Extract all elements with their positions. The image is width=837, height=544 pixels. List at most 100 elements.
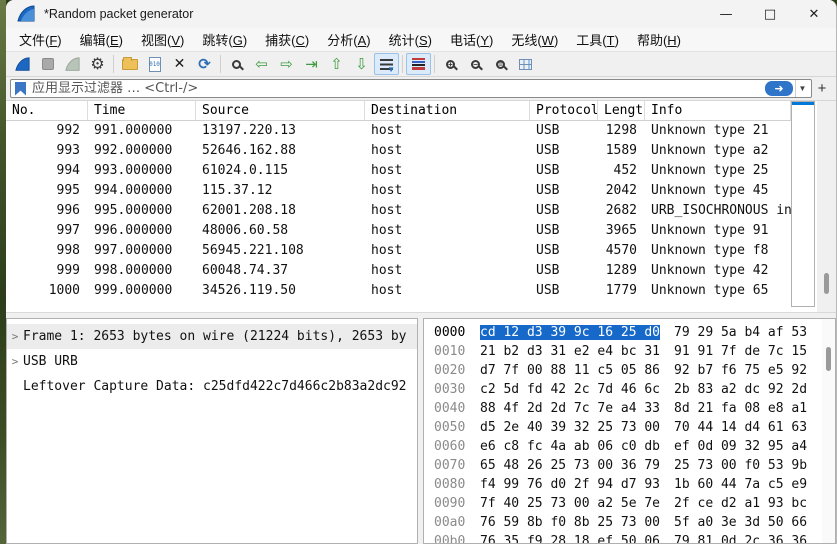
open-file-button[interactable] xyxy=(117,53,142,75)
hex-rows[interactable]: 0000cd 12 d3 39 9c 16 25 d079 29 5a b4 a… xyxy=(434,325,835,544)
hex-bytes-left[interactable]: c2 5d fd 42 2c 7d 46 6c xyxy=(480,382,660,397)
packet-row[interactable]: 998997.00000056945.221.108hostUSB4570Unk… xyxy=(6,241,791,261)
column-header-source[interactable]: Source xyxy=(196,101,365,120)
hex-row[interactable]: 007065 48 26 25 73 00 36 7925 73 00 f0 5… xyxy=(434,458,835,477)
start-capture-button[interactable] xyxy=(10,53,35,75)
auto-scroll-toggle[interactable]: ▼ xyxy=(374,53,399,75)
hex-bytes-left[interactable]: 76 59 8b f0 8b 25 73 00 xyxy=(480,515,660,530)
packet-row[interactable]: 999998.00000060048.74.37hostUSB1289Unkno… xyxy=(6,261,791,281)
resize-columns-button[interactable] xyxy=(513,53,538,75)
packet-row[interactable]: 996995.00000062001.208.18hostUSB2682URB_… xyxy=(6,201,791,221)
menu-item-3[interactable]: 跳转(G) xyxy=(193,28,256,51)
expander-icon[interactable]: > xyxy=(7,330,23,343)
minimize-button[interactable]: — xyxy=(704,0,748,28)
hex-bytes-left[interactable]: d5 2e 40 39 32 25 73 00 xyxy=(480,420,660,435)
detail-tree-item[interactable]: >Frame 1: 2653 bytes on wire (21224 bits… xyxy=(7,324,417,349)
stop-capture-button[interactable] xyxy=(35,53,60,75)
packet-row[interactable]: 994993.00000061024.0.115hostUSB452Unknow… xyxy=(6,161,791,181)
hex-bytes-right[interactable]: 5f a0 3e 3d 50 66 xyxy=(674,515,807,530)
hex-bytes-right[interactable]: 25 73 00 f0 53 9b xyxy=(674,458,807,473)
packet-list-scrollbar-thumb[interactable] xyxy=(824,273,829,294)
maximize-button[interactable]: □ xyxy=(748,0,792,28)
hex-bytes-right[interactable]: 79 81 0d 2c 36 36 xyxy=(674,534,807,544)
hex-bytes-right[interactable]: 1b 60 44 7a c5 e9 xyxy=(674,477,807,492)
add-filter-button[interactable]: + xyxy=(812,80,832,97)
hex-row[interactable]: 0020d7 7f 00 88 11 c5 05 8692 b7 f6 75 e… xyxy=(434,363,835,382)
hex-row[interactable]: 0060e6 c8 fc 4a ab 06 c0 dbef 0d 09 32 9… xyxy=(434,439,835,458)
intelligent-scrollbar-minimap[interactable] xyxy=(791,101,815,307)
hex-row[interactable]: 004088 4f 2d 2d 7c 7e a4 338d 21 fa 08 e… xyxy=(434,401,835,420)
hex-row[interactable]: 0050d5 2e 40 39 32 25 73 0070 44 14 d4 6… xyxy=(434,420,835,439)
go-top-button[interactable]: ⇧ xyxy=(324,53,349,75)
detail-tree-item[interactable]: Leftover Capture Data: c25dfd422c7d466c2… xyxy=(7,374,417,399)
hex-row[interactable]: 0000cd 12 d3 39 9c 16 25 d079 29 5a b4 a… xyxy=(434,325,835,344)
hex-bytes-right[interactable]: 92 b7 f6 75 e5 92 xyxy=(674,363,807,378)
column-header-no[interactable]: No. xyxy=(6,101,88,120)
packet-row[interactable]: 997996.00000048006.60.58hostUSB3965Unkno… xyxy=(6,221,791,241)
filter-dropdown-caret[interactable]: ▼ xyxy=(795,80,809,97)
hex-bytes-left[interactable]: f4 99 76 d0 2f 94 d7 93 xyxy=(480,477,660,492)
hex-scrollbar-thumb[interactable] xyxy=(826,347,831,371)
zoom-out-button[interactable]: − xyxy=(463,53,488,75)
close-button[interactable]: ✕ xyxy=(792,0,836,28)
hex-row[interactable]: 001021 b2 d3 31 e2 e4 bc 3191 91 7f de 7… xyxy=(434,344,835,363)
hex-bytes-left[interactable]: 7f 40 25 73 00 a2 5e 7e xyxy=(480,496,660,511)
zoom-reset-button[interactable]: = xyxy=(488,53,513,75)
restart-capture-button[interactable] xyxy=(60,53,85,75)
hex-bytes-left[interactable]: 76 35 f9 28 18 ef 50 06 xyxy=(480,534,660,544)
display-filter-input[interactable] xyxy=(32,81,765,96)
hex-row[interactable]: 00a076 59 8b f0 8b 25 73 005f a0 3e 3d 5… xyxy=(434,515,835,534)
column-header-protocol[interactable]: Protocol xyxy=(530,101,598,120)
packet-row[interactable]: 993992.00000052646.162.88hostUSB1589Unkn… xyxy=(6,141,791,161)
packet-row[interactable]: 1000999.00000034526.119.50hostUSB1779Unk… xyxy=(6,281,791,301)
zoom-in-button[interactable]: + xyxy=(438,53,463,75)
hex-bytes-right[interactable]: 8d 21 fa 08 e8 a1 xyxy=(674,401,807,416)
hex-row[interactable]: 00907f 40 25 73 00 a2 5e 7e2f ce d2 a1 9… xyxy=(434,496,835,515)
hex-bytes-right[interactable]: 70 44 14 d4 61 63 xyxy=(674,420,807,435)
column-header-info[interactable]: Info xyxy=(645,101,791,120)
hex-bytes-left[interactable]: e6 c8 fc 4a ab 06 c0 db xyxy=(480,439,660,454)
column-header-length[interactable]: Length xyxy=(598,101,645,120)
go-to-packet-button[interactable]: ⇥ xyxy=(299,53,324,75)
hex-bytes-right[interactable]: 2f ce d2 a1 93 bc xyxy=(674,496,807,511)
menu-item-1[interactable]: 编辑(E) xyxy=(71,28,132,51)
find-packet-button[interactable] xyxy=(224,53,249,75)
hex-bytes-right[interactable]: 91 91 7f de 7c 15 xyxy=(674,344,807,359)
expander-icon[interactable]: > xyxy=(7,355,23,368)
hex-row[interactable]: 0080f4 99 76 d0 2f 94 d7 931b 60 44 7a c… xyxy=(434,477,835,496)
colorize-toggle[interactable] xyxy=(406,53,431,75)
column-header-destination[interactable]: Destination xyxy=(365,101,530,120)
menu-item-6[interactable]: 统计(S) xyxy=(380,28,441,51)
packet-row[interactable]: 995994.000000115.37.12hostUSB2042Unknown… xyxy=(6,181,791,201)
hex-bytes-left[interactable]: 21 b2 d3 31 e2 e4 bc 31 xyxy=(480,344,660,359)
close-file-button[interactable]: ✕ xyxy=(167,53,192,75)
bookmark-icon[interactable] xyxy=(15,82,26,96)
hex-bytes-right[interactable]: 79 29 5a b4 af 53 xyxy=(674,325,807,340)
menu-item-0[interactable]: 文件(F) xyxy=(10,28,71,51)
go-forward-button[interactable]: ⇨ xyxy=(274,53,299,75)
detail-tree-item[interactable]: >USB URB xyxy=(7,349,417,374)
hex-bytes-right[interactable]: ef 0d 09 32 95 a4 xyxy=(674,439,807,454)
menu-item-5[interactable]: 分析(A) xyxy=(318,28,379,51)
menu-item-4[interactable]: 捕获(C) xyxy=(256,28,318,51)
hex-row[interactable]: 00b076 35 f9 28 18 ef 50 0679 81 0d 2c 3… xyxy=(434,534,835,544)
packet-list-scrollbar[interactable] xyxy=(817,101,836,312)
capture-options-button[interactable]: ⚙ xyxy=(85,53,110,75)
reload-file-button[interactable]: ⟳ xyxy=(192,53,217,75)
menu-item-2[interactable]: 视图(V) xyxy=(132,28,193,51)
menu-item-8[interactable]: 无线(W) xyxy=(502,28,567,51)
packet-row[interactable]: 992991.00000013197.220.13hostUSB1298Unkn… xyxy=(6,121,791,141)
apply-filter-button[interactable]: ➜ xyxy=(765,81,793,96)
column-header-time[interactable]: Time xyxy=(88,101,196,120)
menu-item-10[interactable]: 帮助(H) xyxy=(628,28,690,51)
hex-bytes-left[interactable]: 65 48 26 25 73 00 36 79 xyxy=(480,458,660,473)
hex-row[interactable]: 0030c2 5d fd 42 2c 7d 46 6c2b 83 a2 dc 9… xyxy=(434,382,835,401)
menu-item-9[interactable]: 工具(T) xyxy=(567,28,628,51)
go-back-button[interactable]: ⇦ xyxy=(249,53,274,75)
go-bottom-button[interactable]: ⇩ xyxy=(349,53,374,75)
hex-bytes-left[interactable]: 88 4f 2d 2d 7c 7e a4 33 xyxy=(480,401,660,416)
hex-bytes-left[interactable]: cd 12 d3 39 9c 16 25 d0 xyxy=(480,325,660,340)
hex-scrollbar[interactable] xyxy=(822,319,835,543)
menu-item-7[interactable]: 电话(Y) xyxy=(441,28,502,51)
save-file-button[interactable]: 010 xyxy=(142,53,167,75)
